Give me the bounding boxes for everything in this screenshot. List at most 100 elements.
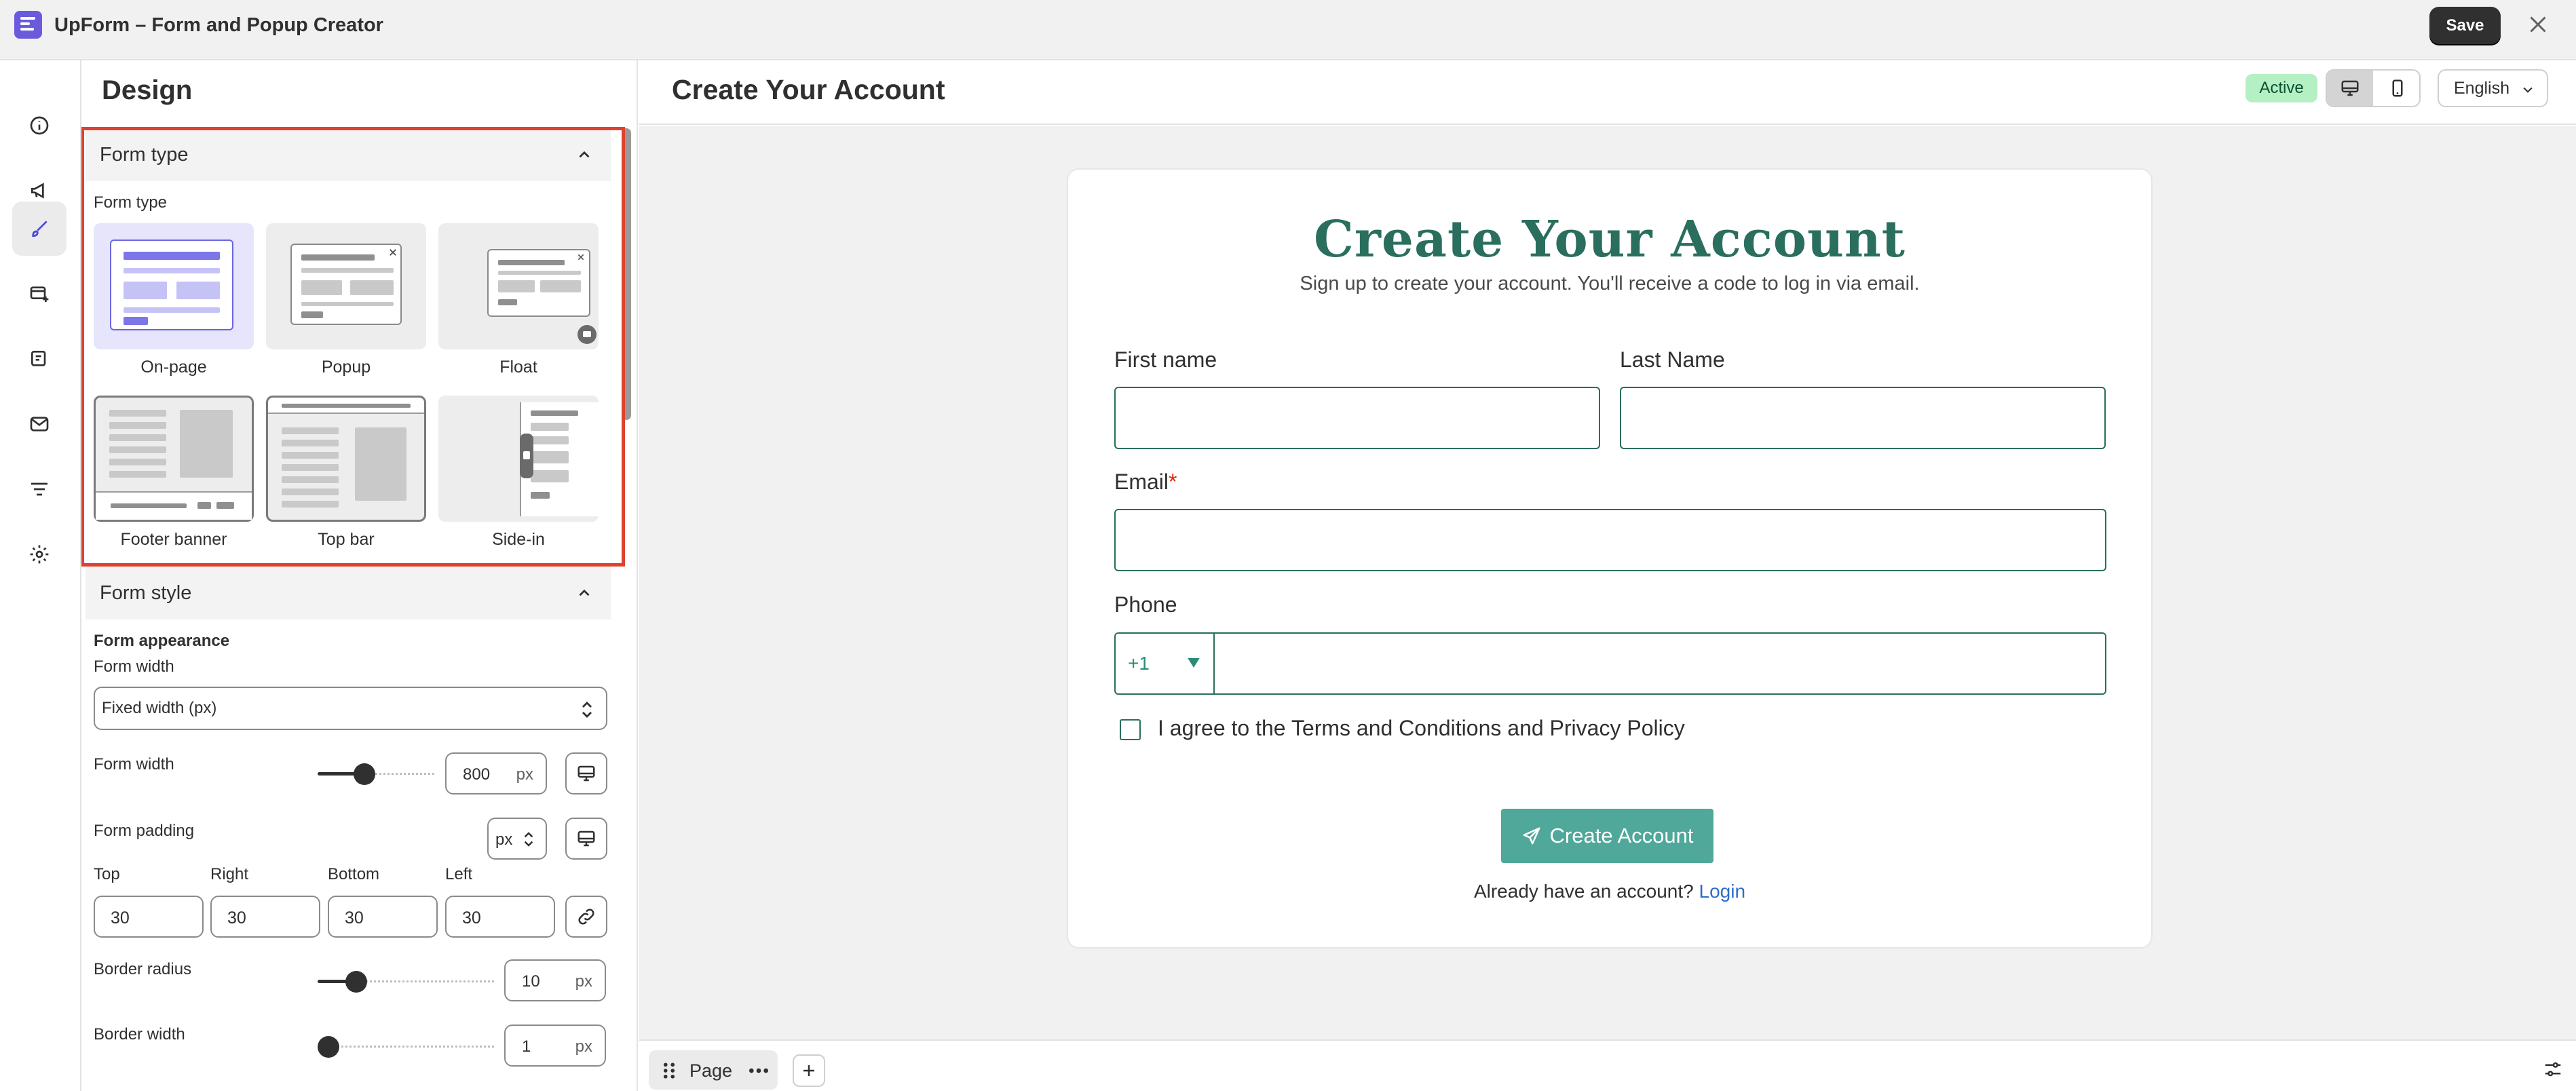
last-name-input[interactable]	[1620, 387, 2106, 449]
add-page-button[interactable]	[793, 1054, 825, 1087]
padding-top-input[interactable]: 30	[94, 896, 204, 938]
save-button[interactable]: Save	[2429, 7, 2501, 44]
create-account-label: Create Account	[1549, 824, 1694, 847]
email-input[interactable]	[1114, 509, 2106, 571]
sliders-icon	[2545, 1062, 2561, 1077]
border-radius-value: 10	[522, 972, 540, 991]
desktop-icon	[577, 765, 595, 782]
first-name-label: First name	[1114, 347, 1217, 372]
form-preview-card: Create Your Account Sign up to create yo…	[1067, 168, 2153, 949]
form-title: Create Your Account	[1314, 210, 1906, 269]
border-width-input[interactable]: 1 px	[504, 1025, 606, 1067]
rail-item-info[interactable]	[12, 98, 67, 153]
form-width-slider-thumb[interactable]	[353, 763, 375, 785]
create-account-button[interactable]: Create Account	[1501, 809, 1713, 863]
link-icon	[578, 908, 594, 925]
rail-item-notifications[interactable]	[12, 332, 67, 386]
padding-right-label: Right	[210, 865, 249, 883]
required-mark: *	[1169, 470, 1177, 494]
rail-item-email[interactable]	[12, 397, 67, 451]
left-icon-rail	[0, 60, 81, 1091]
page-title: Create Your Account	[672, 74, 945, 105]
padding-left-input[interactable]: 30	[445, 896, 555, 938]
notification-icon	[31, 351, 46, 366]
form-width-label: Form width	[94, 755, 174, 773]
rail-item-filters[interactable]	[12, 462, 67, 516]
desktop-view-button[interactable]	[565, 818, 607, 860]
form-subtitle: Sign up to create your account. You'll r…	[1300, 273, 1920, 294]
preview-canvas: Create Your Account Sign up to create yo…	[639, 126, 2576, 1039]
select-arrows-icon	[524, 832, 533, 847]
padding-bottom-input[interactable]: 30	[328, 896, 438, 938]
border-radius-input[interactable]: 10 px	[504, 959, 606, 1001]
email-label: Email*	[1114, 470, 1177, 495]
select-value: Fixed width (px)	[102, 699, 217, 717]
phone-label: Phone	[1114, 592, 1177, 617]
design-panel: Design Form type Form type On-page Popup	[81, 60, 638, 1091]
rail-item-forms[interactable]	[12, 267, 67, 321]
padding-bottom-label: Bottom	[328, 865, 380, 883]
padding-unit: px	[495, 830, 513, 849]
padding-top-label: Top	[94, 865, 120, 883]
login-prompt-text: Already have an account?	[1473, 881, 1694, 902]
country-code-select[interactable]: +1	[1116, 634, 1215, 693]
close-icon[interactable]	[2526, 12, 2550, 37]
language-value: English	[2454, 78, 2509, 98]
gear-icon	[30, 545, 49, 564]
email-icon	[30, 417, 49, 432]
login-prompt: Already have an account? Login	[1068, 881, 2151, 902]
more-horizontal-icon[interactable]	[748, 1064, 770, 1077]
form-width-input[interactable]: 800 px	[445, 752, 547, 795]
rail-item-design[interactable]	[12, 202, 67, 256]
form-padding-label: Form padding	[94, 822, 195, 840]
status-badge: Active	[2246, 74, 2317, 102]
page-tab[interactable]: Page	[649, 1050, 778, 1090]
border-width-value: 1	[522, 1037, 531, 1056]
form-width-mode-label: Form width	[94, 657, 174, 676]
editor-header: Create Your Account Active English	[639, 60, 2576, 125]
form-width-unit: px	[516, 765, 533, 784]
desktop-view-button[interactable]	[565, 752, 607, 795]
plus-icon	[803, 1065, 814, 1076]
mobile-preview-button[interactable]	[2374, 71, 2419, 106]
paintbrush-icon	[32, 221, 48, 237]
app-top-bar: UpForm – Form and Popup Creator Save	[0, 0, 2576, 60]
border-radius-unit: px	[575, 972, 592, 991]
country-code-value: +1	[1128, 653, 1150, 674]
form-width-mode-select[interactable]: Fixed width (px)	[94, 687, 607, 730]
border-width-slider-track[interactable]	[318, 1046, 494, 1048]
upform-logo-icon	[14, 11, 42, 39]
language-select[interactable]: English	[2438, 69, 2548, 107]
page-tabs-bar: Page	[639, 1039, 2576, 1091]
phone-input[interactable]: +1	[1114, 632, 2106, 695]
last-name-label: Last Name	[1620, 347, 1725, 372]
border-width-unit: px	[575, 1037, 592, 1056]
select-arrows-icon	[582, 702, 592, 718]
section-title: Form style	[100, 581, 192, 604]
info-icon	[30, 116, 49, 135]
padding-right-input[interactable]: 30	[210, 896, 320, 938]
desktop-preview-button[interactable]	[2327, 71, 2373, 106]
preview-settings-button[interactable]	[2538, 1054, 2568, 1084]
border-radius-label: Border radius	[94, 960, 192, 978]
terms-checkbox[interactable]	[1120, 719, 1141, 740]
login-link[interactable]: Login	[1699, 881, 1746, 902]
drag-handle-icon[interactable]	[661, 1061, 677, 1080]
form-style-section-header[interactable]: Form style	[86, 567, 611, 619]
send-icon	[1523, 827, 1540, 845]
padding-unit-select[interactable]: px	[487, 818, 547, 860]
form-type-highlight	[81, 127, 625, 567]
border-width-label: Border width	[94, 1025, 185, 1044]
link-padding-button[interactable]	[565, 896, 607, 938]
rail-item-settings[interactable]	[12, 527, 67, 581]
border-radius-slider-thumb[interactable]	[345, 971, 368, 993]
chevron-up-icon	[579, 589, 590, 596]
first-name-input[interactable]	[1114, 387, 1600, 449]
megaphone-icon	[31, 183, 44, 199]
form-add-icon	[30, 286, 49, 302]
border-width-slider-thumb[interactable]	[317, 1036, 339, 1058]
panel-title: Design	[102, 75, 193, 105]
chevron-down-icon	[2523, 87, 2533, 93]
form-width-value: 800	[463, 765, 491, 784]
padding-left-label: Left	[445, 865, 473, 883]
